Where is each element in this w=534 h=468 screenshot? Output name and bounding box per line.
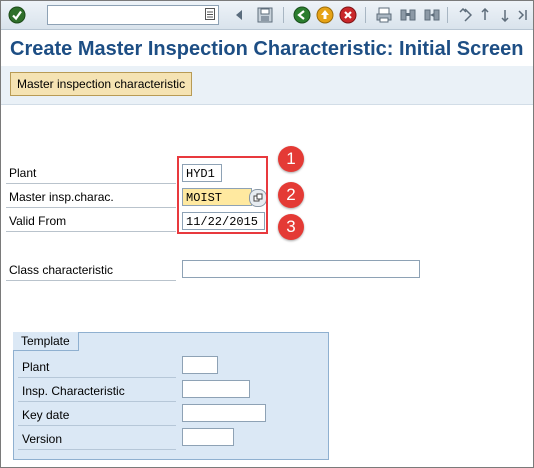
valid-from-underline	[6, 231, 176, 232]
exit-icon[interactable]	[315, 5, 335, 25]
template-plant-input[interactable]	[182, 356, 218, 374]
template-key-date-underline	[18, 425, 176, 426]
command-field[interactable]	[47, 5, 219, 25]
system-toolbar	[1, 1, 533, 30]
template-version-input[interactable]	[182, 428, 234, 446]
template-group-title: Template	[13, 332, 79, 351]
enter-icon[interactable]	[7, 5, 27, 25]
first-page-icon[interactable]	[455, 5, 475, 25]
back-icon[interactable]	[292, 5, 312, 25]
class-characteristic-underline	[6, 280, 176, 281]
template-version-label: Version	[22, 432, 63, 446]
template-version-underline	[18, 449, 176, 450]
next-page-icon[interactable]	[495, 5, 515, 25]
template-insp-char-underline	[18, 401, 176, 402]
plant-label-underline	[6, 183, 176, 184]
template-key-date-label: Key date	[22, 408, 70, 422]
annotation-badge-1: 1	[278, 146, 304, 172]
back-arrow-icon[interactable]	[229, 5, 249, 25]
annotation-badge-3: 3	[278, 214, 304, 240]
class-characteristic-label: Class characteristic	[9, 263, 114, 277]
plant-label: Plant	[9, 166, 37, 180]
previous-page-icon[interactable]	[475, 5, 495, 25]
find-icon[interactable]	[398, 5, 418, 25]
master-insp-charac-label: Master insp.charac.	[9, 190, 114, 204]
master-inspection-characteristic-button[interactable]: Master inspection characteristic	[10, 72, 193, 96]
find-next-icon[interactable]	[422, 5, 442, 25]
template-plant-label: Plant	[22, 360, 50, 374]
annotation-badge-2: 2	[278, 182, 304, 208]
template-insp-char-input[interactable]	[182, 380, 250, 398]
highlight-box	[177, 156, 268, 234]
valid-from-label: Valid From	[9, 214, 67, 228]
class-characteristic-input[interactable]	[182, 260, 420, 278]
cancel-icon[interactable]	[338, 5, 358, 25]
template-key-date-input[interactable]	[182, 404, 266, 422]
last-page-icon[interactable]	[513, 5, 533, 25]
print-icon[interactable]	[374, 5, 394, 25]
command-dropdown-icon[interactable]	[205, 8, 215, 20]
page-title: Create Master Inspection Characteristic:…	[10, 38, 524, 60]
master-insp-charac-underline	[6, 207, 176, 208]
template-insp-char-label: Insp. Characteristic	[22, 384, 125, 398]
save-icon[interactable]	[255, 5, 275, 25]
template-plant-underline	[18, 377, 176, 378]
